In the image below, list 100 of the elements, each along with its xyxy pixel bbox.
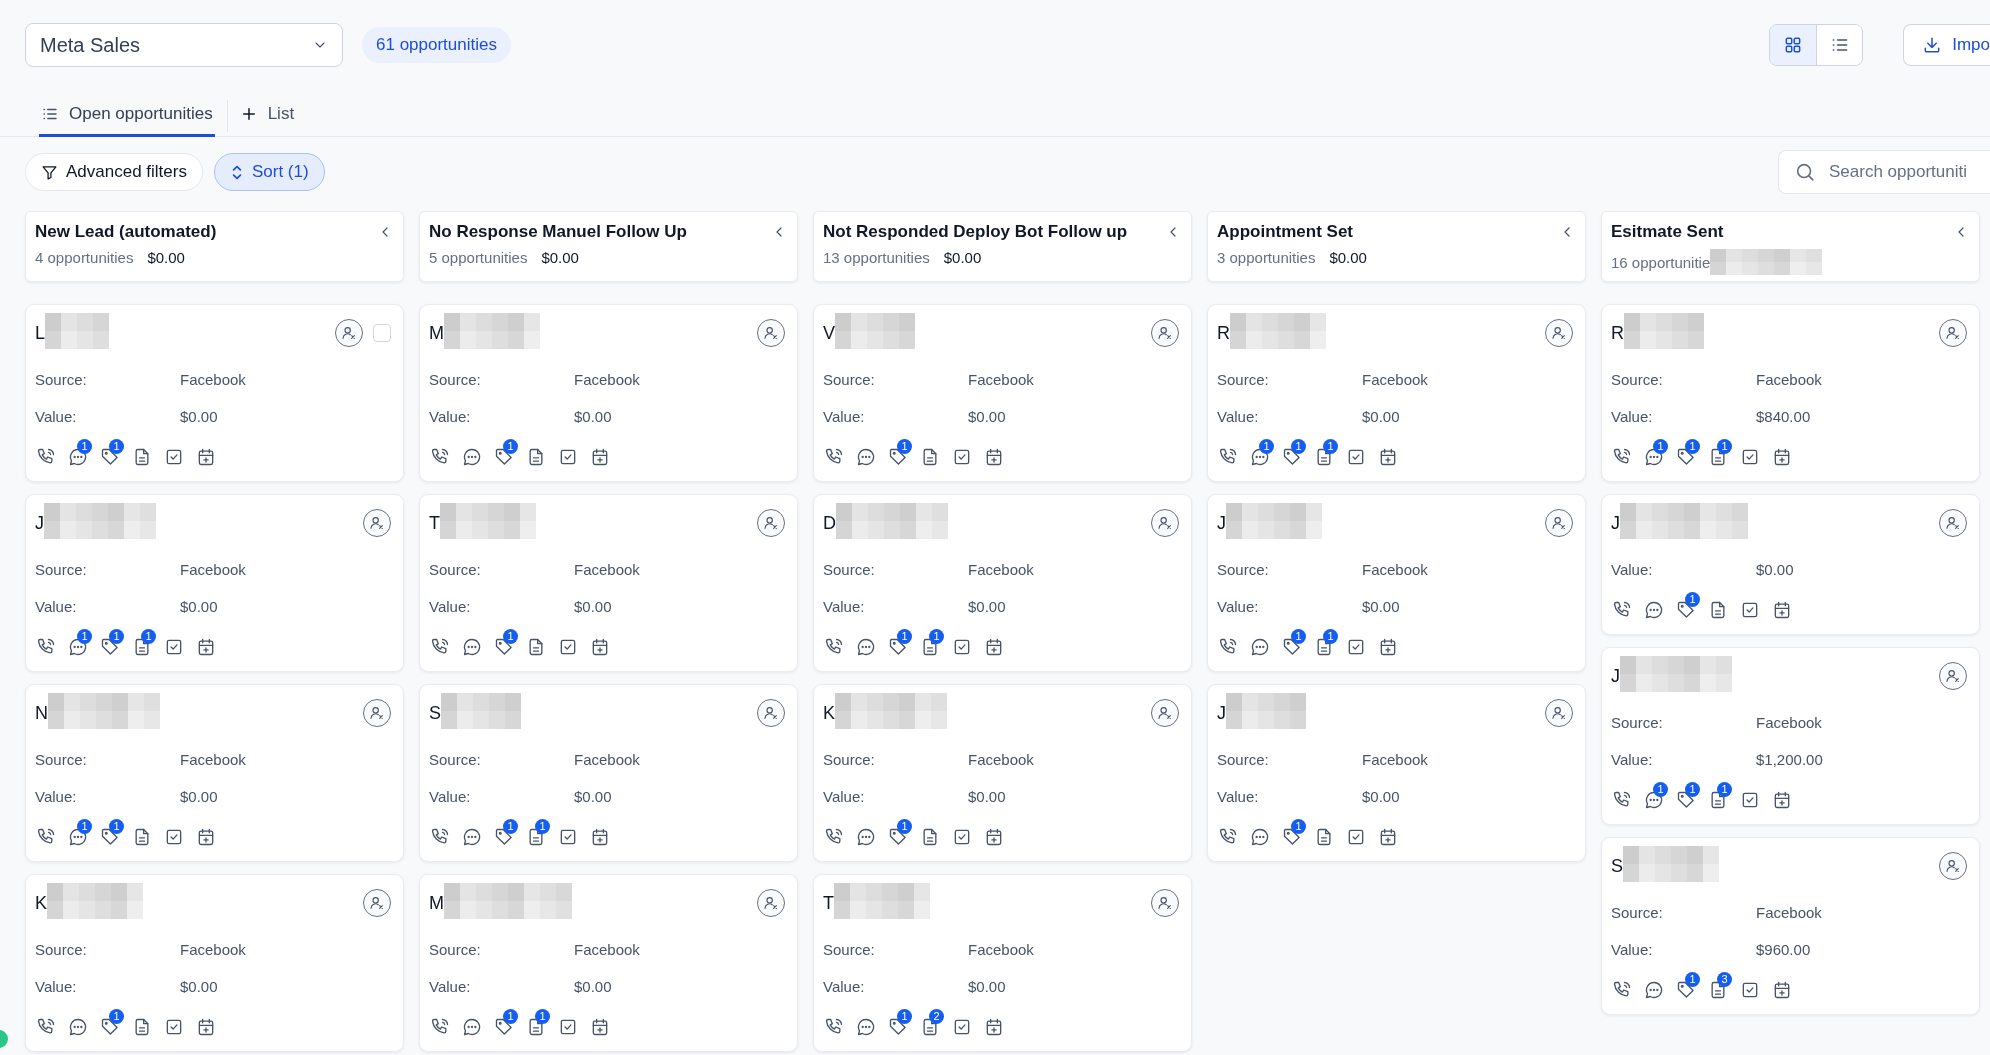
calendar-plus-icon[interactable]	[1378, 447, 1398, 467]
unassigned-user-icon[interactable]	[757, 319, 785, 347]
unassigned-user-icon[interactable]	[1939, 662, 1967, 690]
chat-icon[interactable]	[856, 447, 876, 467]
task-checkbox-icon[interactable]	[1740, 447, 1760, 467]
calendar-plus-icon[interactable]	[196, 827, 216, 847]
calendar-plus-icon[interactable]	[1378, 637, 1398, 657]
unassigned-user-icon[interactable]	[757, 889, 785, 917]
opportunity-card[interactable]: D Source: Facebook Value: $0.00 1 1	[813, 494, 1192, 672]
unassigned-user-icon[interactable]	[363, 889, 391, 917]
opportunity-card[interactable]: R Source: Facebook Value: $0.00 1 1 1	[1207, 304, 1586, 482]
task-checkbox-icon[interactable]	[164, 1017, 184, 1037]
opportunity-card[interactable]: J Source: Facebook Value: $0.00 1 1 1	[25, 494, 404, 672]
tab[interactable]: List	[237, 100, 297, 137]
chat-icon[interactable]	[856, 1017, 876, 1037]
task-checkbox-icon[interactable]	[558, 1017, 578, 1037]
opportunity-card[interactable]: K Source: Facebook Value: $0.00 1	[25, 874, 404, 1052]
unassigned-user-icon[interactable]	[757, 699, 785, 727]
calendar-plus-icon[interactable]	[1772, 790, 1792, 810]
calendar-plus-icon[interactable]	[196, 447, 216, 467]
opportunity-card[interactable]: S Source: Facebook Value: $960.00 1 3	[1601, 837, 1980, 1015]
field-value: Facebook	[574, 751, 641, 768]
opportunity-card[interactable]: S Source: Facebook Value: $0.00 1 1	[419, 684, 798, 862]
unassigned-user-icon[interactable]	[1939, 319, 1967, 347]
opportunity-card[interactable]: R Source: Facebook Value: $840.00 1 1 1	[1601, 304, 1980, 482]
opportunity-card[interactable]: M Source: Facebook Value: $0.00 1 1	[419, 874, 798, 1052]
task-checkbox-icon[interactable]	[1346, 447, 1366, 467]
unassigned-user-icon[interactable]	[1545, 509, 1573, 537]
calendar-plus-icon[interactable]	[196, 637, 216, 657]
chat-icon[interactable]	[856, 827, 876, 847]
chat-icon[interactable]	[462, 637, 482, 657]
task-checkbox-icon[interactable]	[952, 447, 972, 467]
unassigned-user-icon[interactable]	[363, 699, 391, 727]
calendar-plus-icon[interactable]	[1772, 600, 1792, 620]
opportunity-card[interactable]: J Value: $0.00 1	[1601, 494, 1980, 635]
task-checkbox-icon[interactable]	[1740, 600, 1760, 620]
chat-icon[interactable]	[1250, 827, 1270, 847]
select-checkbox[interactable]	[373, 324, 391, 342]
opportunity-card[interactable]: V Source: Facebook Value: $0.00 1	[813, 304, 1192, 482]
import-button[interactable]: Impo	[1903, 24, 1990, 66]
unassigned-user-icon[interactable]	[335, 319, 363, 347]
search-field[interactable]: Search opportuniti	[1778, 150, 1990, 194]
opportunity-card[interactable]: J Source: Facebook Value: $0.00 1	[1207, 684, 1586, 862]
tab[interactable]: Open opportunities	[39, 100, 215, 137]
opportunity-card[interactable]: L Source: Facebook Value: $0.00 1 1	[25, 304, 404, 482]
chat-icon[interactable]	[462, 1017, 482, 1037]
grid-view-button[interactable]	[1770, 25, 1817, 65]
calendar-plus-icon[interactable]	[984, 827, 1004, 847]
task-checkbox-icon[interactable]	[1740, 980, 1760, 1000]
opportunity-card[interactable]: N Source: Facebook Value: $0.00 1 1	[25, 684, 404, 862]
task-checkbox-icon[interactable]	[558, 447, 578, 467]
calendar-plus-icon[interactable]	[984, 637, 1004, 657]
task-checkbox-icon[interactable]	[952, 1017, 972, 1037]
task-checkbox-icon[interactable]	[952, 827, 972, 847]
chat-icon[interactable]	[1644, 600, 1664, 620]
unassigned-user-icon[interactable]	[1939, 852, 1967, 880]
unassigned-user-icon[interactable]	[1545, 699, 1573, 727]
calendar-plus-icon[interactable]	[590, 447, 610, 467]
task-checkbox-icon[interactable]	[952, 637, 972, 657]
calendar-plus-icon[interactable]	[196, 1017, 216, 1037]
task-checkbox-icon[interactable]	[1346, 637, 1366, 657]
calendar-plus-icon[interactable]	[1772, 447, 1792, 467]
task-checkbox-icon[interactable]	[1740, 790, 1760, 810]
sort-button[interactable]: Sort (1)	[213, 153, 325, 191]
calendar-plus-icon[interactable]	[1378, 827, 1398, 847]
unassigned-user-icon[interactable]	[1939, 509, 1967, 537]
calendar-plus-icon[interactable]	[1772, 980, 1792, 1000]
opportunity-card[interactable]: T Source: Facebook Value: $0.00 1 2	[813, 874, 1192, 1052]
advanced-filters-button[interactable]: Advanced filters	[25, 153, 203, 191]
list-view-button[interactable]	[1816, 25, 1863, 65]
task-checkbox-icon[interactable]	[164, 637, 184, 657]
chat-icon[interactable]	[1250, 637, 1270, 657]
task-checkbox-icon[interactable]	[558, 827, 578, 847]
calendar-plus-icon[interactable]	[590, 637, 610, 657]
chat-icon[interactable]	[462, 827, 482, 847]
task-checkbox-icon[interactable]	[1346, 827, 1366, 847]
calendar-plus-icon[interactable]	[590, 1017, 610, 1037]
task-checkbox-icon[interactable]	[558, 637, 578, 657]
opportunity-card[interactable]: K Source: Facebook Value: $0.00 1	[813, 684, 1192, 862]
task-checkbox-icon[interactable]	[164, 827, 184, 847]
opportunity-card[interactable]: J Source: Facebook Value: $1,200.00 1 1 1	[1601, 647, 1980, 825]
calendar-plus-icon[interactable]	[984, 447, 1004, 467]
calendar-plus-icon[interactable]	[984, 1017, 1004, 1037]
unassigned-user-icon[interactable]	[1545, 319, 1573, 347]
unassigned-user-icon[interactable]	[1151, 509, 1179, 537]
opportunity-card[interactable]: J Source: Facebook Value: $0.00 1 1	[1207, 494, 1586, 672]
unassigned-user-icon[interactable]	[1151, 889, 1179, 917]
calendar-plus-icon[interactable]	[590, 827, 610, 847]
task-checkbox-icon[interactable]	[164, 447, 184, 467]
pipeline-dropdown[interactable]: Meta Sales	[25, 23, 343, 67]
unassigned-user-icon[interactable]	[1151, 699, 1179, 727]
chat-icon[interactable]	[462, 447, 482, 467]
unassigned-user-icon[interactable]	[363, 509, 391, 537]
unassigned-user-icon[interactable]	[1151, 319, 1179, 347]
opportunity-card[interactable]: M Source: Facebook Value: $0.00 1	[419, 304, 798, 482]
chat-icon[interactable]	[856, 637, 876, 657]
chat-icon[interactable]	[68, 1017, 88, 1037]
chat-icon[interactable]	[1644, 980, 1664, 1000]
opportunity-card[interactable]: T Source: Facebook Value: $0.00 1	[419, 494, 798, 672]
unassigned-user-icon[interactable]	[757, 509, 785, 537]
